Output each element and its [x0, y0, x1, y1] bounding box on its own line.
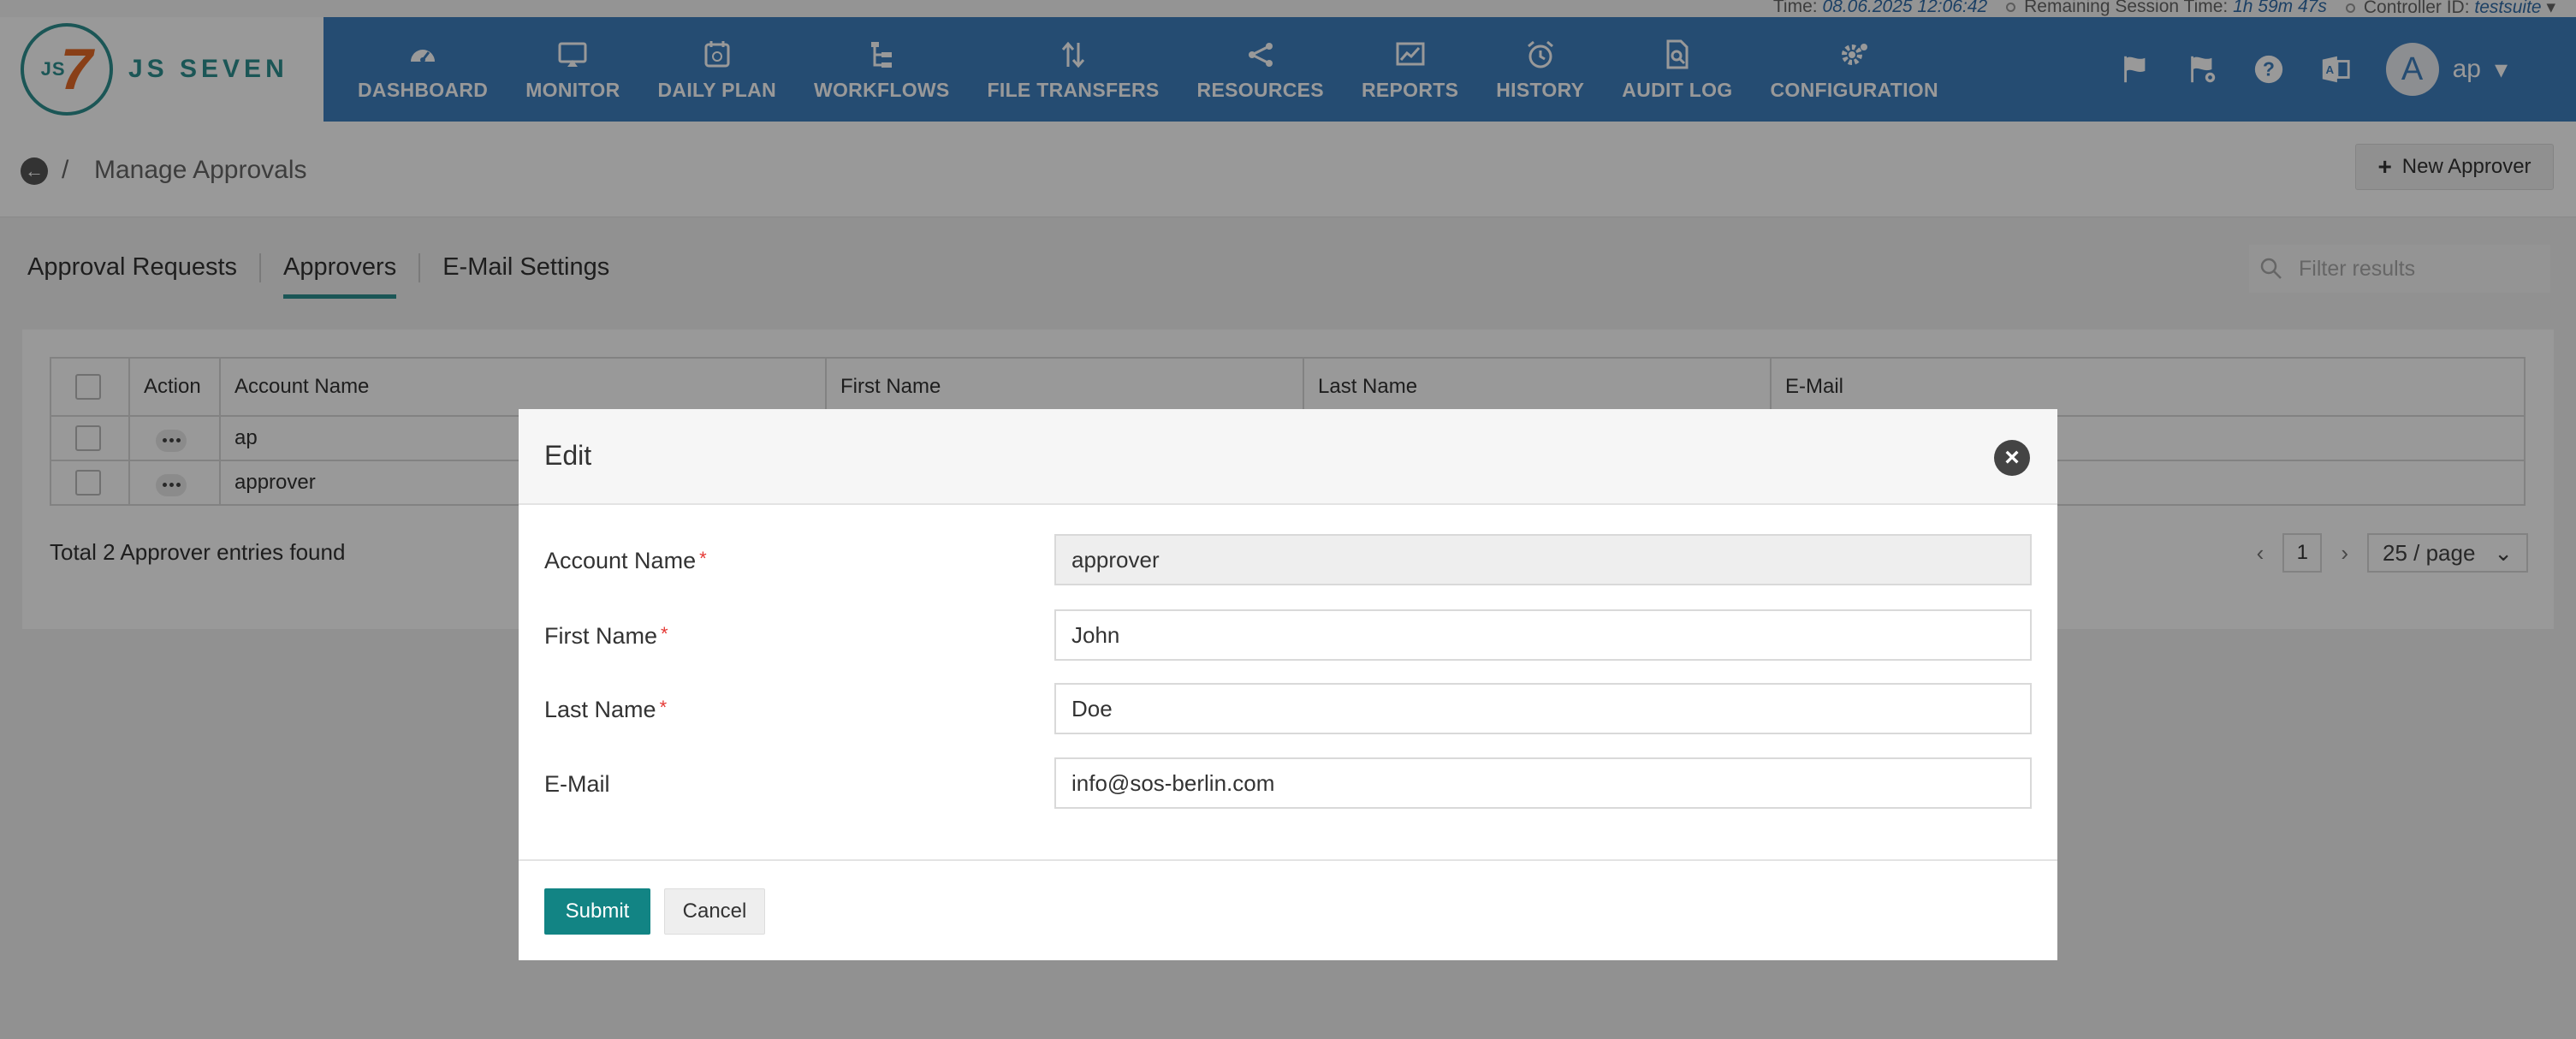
required-marker: * — [699, 548, 707, 569]
cancel-button[interactable]: Cancel — [664, 888, 765, 935]
email-row: E-Mail — [544, 757, 2032, 809]
first-name-field[interactable] — [1054, 609, 2032, 661]
email-label: E-Mail — [544, 771, 610, 797]
account-name-row: Account Name * approver — [544, 534, 2032, 585]
first-name-row: First Name * — [544, 609, 2032, 661]
last-name-field[interactable] — [1054, 683, 2032, 734]
dialog-footer: Submit Cancel — [519, 859, 2057, 960]
dialog-header: Edit × — [519, 409, 2057, 505]
last-name-row: Last Name * — [544, 683, 2032, 734]
last-name-label: Last Name * — [544, 697, 668, 722]
edit-approver-dialog: Edit × Account Name * approver First Name… — [519, 409, 2057, 960]
account-name-field: approver — [1054, 534, 2032, 585]
close-icon[interactable]: × — [1994, 440, 2030, 476]
dialog-title: Edit — [544, 440, 592, 471]
required-marker: * — [659, 697, 668, 718]
email-field[interactable] — [1054, 757, 2032, 809]
account-name-label: Account Name * — [544, 548, 707, 573]
required-marker: * — [661, 623, 668, 644]
first-name-label: First Name * — [544, 623, 668, 649]
submit-button[interactable]: Submit — [544, 888, 650, 935]
